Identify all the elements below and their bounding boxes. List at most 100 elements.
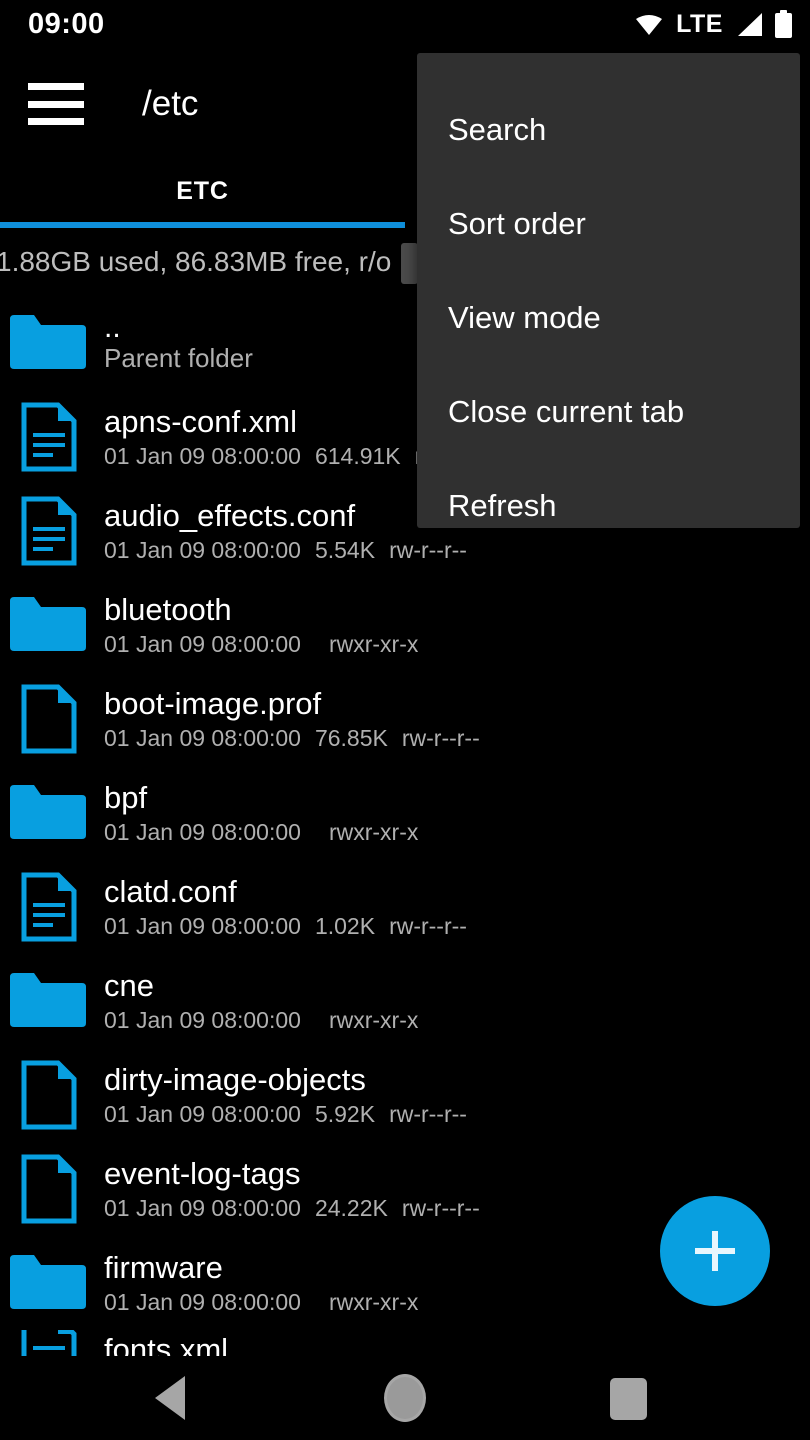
folder-icon <box>8 961 88 1041</box>
document-lines-icon <box>8 491 88 571</box>
file-name: apns-conf.xml <box>104 404 297 439</box>
file-meta: 01 Jan 09 08:00:00 rwxr-xr-x <box>104 629 418 659</box>
file-permissions: rwxr-xr-x <box>328 631 419 657</box>
file-row[interactable]: clatd.conf 01 Jan 09 08:00:00 1.02K rw-r--r… <box>0 860 810 954</box>
page-title: /etc <box>142 84 199 123</box>
folder-icon <box>8 1243 88 1323</box>
menu-item-sort-order[interactable]: Sort order <box>417 177 800 271</box>
file-date: 01 Jan 09 08:00:00 <box>104 443 301 469</box>
document-lines-icon <box>8 397 88 477</box>
file-name: bluetooth <box>104 592 232 627</box>
tab-active-indicator <box>0 222 405 228</box>
tab-strip: ETC <box>0 160 405 228</box>
file-meta: 01 Jan 09 08:00:00 76.85K rw-r--r-- <box>104 723 480 753</box>
storage-info-text: 1.88GB used, 86.83MB free, r/o <box>0 246 392 277</box>
file-permissions: rwxr-xr-x <box>328 819 419 845</box>
signal-bars-icon <box>735 12 763 37</box>
file-row[interactable]: dirty-image-objects 01 Jan 09 08:00:00 5.9… <box>0 1048 810 1142</box>
file-date: 01 Jan 09 08:00:00 <box>104 631 301 657</box>
file-size: 1.02K <box>314 913 376 939</box>
file-date: 01 Jan 09 08:00:00 <box>104 725 301 751</box>
menu-item-refresh[interactable]: Refresh <box>417 459 800 553</box>
file-row-text: bluetooth 01 Jan 09 08:00:00 rwxr-xr-x <box>104 591 418 659</box>
file-meta: 01 Jan 09 08:00:00 5.92K rw-r--r-- <box>104 1099 467 1129</box>
file-name: fonts.xml <box>104 1332 229 1356</box>
file-date: 01 Jan 09 08:00:00 <box>104 537 301 563</box>
overflow-menu: Search Sort order View mode Close current t… <box>417 53 800 528</box>
plus-icon-vertical <box>712 1231 718 1271</box>
file-name: dirty-image-objects <box>104 1062 366 1097</box>
recents-square-icon[interactable] <box>610 1378 647 1420</box>
hamburger-menu-icon[interactable] <box>28 83 84 125</box>
document-blank-icon <box>8 1149 88 1229</box>
file-size: 614.91K <box>314 443 401 469</box>
file-meta: 01 Jan 09 08:00:00 rwxr-xr-x <box>104 817 418 847</box>
file-permissions: rw-r--r-- <box>389 1101 467 1127</box>
file-row[interactable]: boot-image.prof 01 Jan 09 08:00:00 76.85K r… <box>0 672 810 766</box>
add-fab-button[interactable] <box>660 1196 770 1306</box>
file-size: 76.85K <box>314 725 388 751</box>
file-date: 01 Jan 09 08:00:00 <box>104 1195 301 1221</box>
file-size: 24.22K <box>314 1195 388 1221</box>
network-type-label: LTE <box>676 9 723 38</box>
document-blank-icon <box>8 1055 88 1135</box>
file-permissions: rwxr-xr-x <box>328 1289 419 1315</box>
file-date: 01 Jan 09 08:00:00 <box>104 913 301 939</box>
file-meta: 01 Jan 09 08:00:00 24.22K rw-r--r-- <box>104 1193 480 1223</box>
android-nav-bar <box>0 1356 810 1440</box>
file-name: cne <box>104 968 154 1003</box>
file-row-text: bpf 01 Jan 09 08:00:00 rwxr-xr-x <box>104 779 418 847</box>
file-row-text: cne 01 Jan 09 08:00:00 rwxr-xr-x <box>104 967 418 1035</box>
back-triangle-icon[interactable] <box>155 1376 185 1420</box>
file-meta: Parent folder <box>104 343 253 373</box>
file-name: bpf <box>104 780 148 815</box>
file-date: 01 Jan 09 08:00:00 <box>104 819 301 845</box>
menu-item-search[interactable]: Search <box>417 83 800 177</box>
file-meta: 01 Jan 09 08:00:00 rwxr-xr-x <box>104 1287 418 1317</box>
document-lines-icon <box>8 867 88 947</box>
menu-item-close-current-tab[interactable]: Close current tab <box>417 365 800 459</box>
file-date: 01 Jan 09 08:00:00 <box>104 1101 301 1127</box>
file-row-text: boot-image.prof 01 Jan 09 08:00:00 76.85K r… <box>104 685 480 753</box>
status-clock: 09:00 <box>28 7 105 40</box>
file-size: 5.92K <box>314 1101 376 1127</box>
file-row-text: audio_effects.conf 01 Jan 09 08:00:00 5.54… <box>104 497 467 565</box>
file-row[interactable]: bluetooth 01 Jan 09 08:00:00 rwxr-xr-x <box>0 578 810 672</box>
file-date: 01 Jan 09 08:00:00 <box>104 1007 301 1033</box>
file-row-text: fonts.xml <box>104 1331 228 1356</box>
file-row[interactable]: fonts.xml <box>0 1330 810 1356</box>
file-subtitle: Parent folder <box>104 343 253 373</box>
home-circle-icon[interactable] <box>384 1374 426 1422</box>
file-meta: 01 Jan 09 08:00:00614.91Kr <box>104 441 422 471</box>
file-permissions: rw-r--r-- <box>401 725 480 751</box>
file-row[interactable]: bpf 01 Jan 09 08:00:00 rwxr-xr-x <box>0 766 810 860</box>
file-name: audio_effects.conf <box>104 498 356 533</box>
file-row-text: clatd.conf 01 Jan 09 08:00:00 1.02K rw-r--r… <box>104 873 467 941</box>
file-name: .. <box>104 311 121 344</box>
list-scrollbar-thumb[interactable] <box>401 243 418 284</box>
file-row-text: apns-conf.xml01 Jan 09 08:00:00614.91Kr <box>104 403 422 471</box>
file-row[interactable]: cne 01 Jan 09 08:00:00 rwxr-xr-x <box>0 954 810 1048</box>
folder-icon <box>8 773 88 853</box>
file-meta: 01 Jan 09 08:00:00 1.02K rw-r--r-- <box>104 911 467 941</box>
file-row-text: firmware 01 Jan 09 08:00:00 rwxr-xr-x <box>104 1249 418 1317</box>
tab-etc[interactable]: ETC <box>0 160 405 222</box>
file-size: 5.54K <box>314 537 376 563</box>
file-name: boot-image.prof <box>104 686 322 721</box>
storage-info: 1.88GB used, 86.83MB free, r/o <box>0 238 405 286</box>
file-meta: 01 Jan 09 08:00:00 rwxr-xr-x <box>104 1005 418 1035</box>
file-permissions: rw-r--r-- <box>389 913 467 939</box>
menu-item-view-mode[interactable]: View mode <box>417 271 800 365</box>
file-name: firmware <box>104 1250 223 1285</box>
app-screen: 09:00 LTE /etc ETC 1.88GB used, 86.83MB … <box>0 0 810 1440</box>
document-lines-icon <box>8 1330 88 1356</box>
file-permissions: rwxr-xr-x <box>328 1007 419 1033</box>
status-icons: LTE <box>634 10 792 39</box>
file-row-text: .. Parent folder <box>104 311 253 374</box>
file-meta: 01 Jan 09 08:00:00 5.54K rw-r--r-- <box>104 535 467 565</box>
file-row-text: event-log-tags 01 Jan 09 08:00:00 24.22K rw… <box>104 1155 480 1223</box>
document-blank-icon <box>8 679 88 759</box>
folder-icon <box>8 585 88 665</box>
wifi-icon <box>634 12 664 36</box>
file-row-text: dirty-image-objects 01 Jan 09 08:00:00 5.9… <box>104 1061 467 1129</box>
